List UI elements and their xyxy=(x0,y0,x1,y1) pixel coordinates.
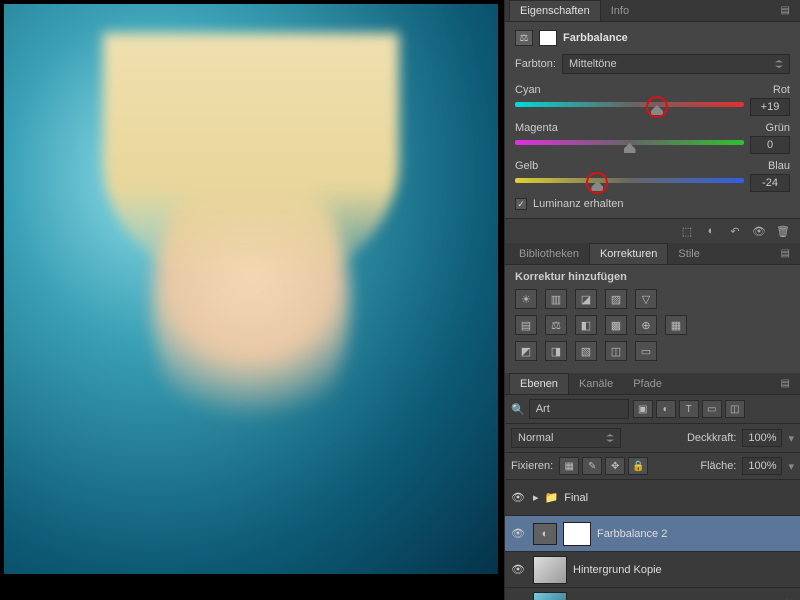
slider-left-label: Gelb xyxy=(515,160,538,172)
adjustment-preset-icon[interactable]: ▥ xyxy=(545,289,567,309)
layer-name[interactable]: Final xyxy=(564,492,588,504)
lock-option-icon[interactable]: ✎ xyxy=(582,457,602,475)
adjustment-preset-icon[interactable]: ⚖ xyxy=(545,315,567,335)
slider-value-input[interactable]: +19 xyxy=(750,98,790,116)
adjustments-tab-row: Bibliotheken Korrekturen Stile ▤ xyxy=(505,243,800,265)
adjustment-preset-icon[interactable]: ▽ xyxy=(635,289,657,309)
layer-name[interactable]: Farbbalance 2 xyxy=(597,528,667,540)
layer-row[interactable]: 👁 Hintergrund Kopie xyxy=(505,552,800,588)
layer-thumb[interactable] xyxy=(533,556,567,584)
adjustment-preset-icon[interactable]: ▨ xyxy=(605,289,627,309)
adjustment-preset-icon[interactable]: ▭ xyxy=(635,341,657,361)
slider-value-input[interactable]: -24 xyxy=(750,174,790,192)
opacity-label: Deckkraft: xyxy=(687,432,737,444)
visibility-eye-icon[interactable]: 👁 xyxy=(511,527,527,540)
layer-filter-icon[interactable]: T xyxy=(679,400,699,418)
mask-thumb-icon[interactable] xyxy=(539,30,557,46)
preserve-luminosity-checkbox[interactable]: ✓ xyxy=(515,198,527,210)
color-slider[interactable] xyxy=(515,102,744,112)
adjustment-preset-icon[interactable]: ◫ xyxy=(605,341,627,361)
canvas-image xyxy=(4,4,498,574)
tab-korrekturen[interactable]: Korrekturen xyxy=(589,243,668,264)
properties-footer-button[interactable]: ↶ xyxy=(726,223,744,239)
adjustment-preset-icon[interactable]: ▦ xyxy=(665,315,687,335)
properties-flyout-icon[interactable]: ▤ xyxy=(775,5,796,16)
properties-tab-row: Eigenschaften Info ▤ xyxy=(505,0,800,22)
fill-label: Fläche: xyxy=(700,460,736,472)
lock-option-icon[interactable]: 🔒 xyxy=(628,457,648,475)
visibility-eye-icon[interactable]: 👁 xyxy=(511,491,527,504)
adjustments-flyout-icon[interactable]: ▤ xyxy=(775,248,796,259)
tone-label: Farbton: xyxy=(515,58,556,70)
slider-right-label: Rot xyxy=(773,84,790,96)
slider-right-label: Grün xyxy=(766,122,790,134)
adjustment-preset-icon[interactable]: ◧ xyxy=(575,315,597,335)
properties-footer-icons: ⬚ ◐ ↶ 👁 🗑 xyxy=(505,218,800,243)
tone-select[interactable]: Mitteltöne xyxy=(562,54,790,74)
adjustment-preset-icon[interactable]: ◪ xyxy=(575,289,597,309)
adjustment-preset-icon[interactable]: ◩ xyxy=(515,341,537,361)
tab-pfade[interactable]: Pfade xyxy=(623,374,672,394)
adjustment-preset-icon[interactable]: ⊕ xyxy=(635,315,657,335)
adjustment-preset-icon[interactable]: ▩ xyxy=(605,315,627,335)
layer-filter-select[interactable]: Art xyxy=(529,399,629,419)
slider-left-label: Cyan xyxy=(515,84,541,96)
layer-list: 👁 ▸ 📁 Final 👁 ◐ Farbbalance 2 👁 Hintergrund Kopi… xyxy=(505,480,800,600)
adjustment-thumb-icon: ◐ xyxy=(533,523,557,545)
right-panel-stack: Eigenschaften Info ▤ ⚖ Farbbalance Farbt… xyxy=(504,0,800,600)
adjustment-preset-icon[interactable]: ▧ xyxy=(575,341,597,361)
layer-mask-thumb[interactable] xyxy=(563,522,591,546)
blend-mode-select[interactable]: Normal xyxy=(511,428,621,448)
balance-icon: ⚖ xyxy=(515,30,533,46)
adjustment-title: Farbbalance xyxy=(563,32,628,44)
properties-footer-button[interactable]: 👁 xyxy=(750,223,768,239)
tab-bibliotheken[interactable]: Bibliotheken xyxy=(509,244,589,264)
slider-value-input[interactable]: 0 xyxy=(750,136,790,154)
tab-eigenschaften[interactable]: Eigenschaften xyxy=(509,0,601,21)
document-canvas[interactable] xyxy=(0,0,504,600)
layer-filter-icon[interactable]: ◫ xyxy=(725,400,745,418)
layer-row[interactable]: 👁 ▸ 📁 Final xyxy=(505,480,800,516)
lock-option-icon[interactable]: ✥ xyxy=(605,457,625,475)
adjustment-preset-icon[interactable]: ◨ xyxy=(545,341,567,361)
preserve-luminosity-label: Luminanz erhalten xyxy=(533,198,624,210)
opacity-input[interactable]: 100% xyxy=(742,429,782,447)
lock-label: Fixieren: xyxy=(511,460,553,472)
layer-filter-icon[interactable]: ▭ xyxy=(702,400,722,418)
layer-thumb[interactable] xyxy=(533,592,567,600)
slider-right-label: Blau xyxy=(768,160,790,172)
layer-row[interactable]: 👁 ◐ Farbbalance 2 xyxy=(505,516,800,552)
properties-footer-button[interactable]: ⬚ xyxy=(678,223,696,239)
layer-filter-icon[interactable]: ▣ xyxy=(633,400,653,418)
lock-option-icon[interactable]: ▦ xyxy=(559,457,579,475)
color-slider[interactable] xyxy=(515,178,744,188)
layer-row[interactable]: 👁Hintergrund🔒 xyxy=(505,588,800,600)
visibility-eye-icon[interactable]: 👁 xyxy=(511,563,527,576)
tab-ebenen[interactable]: Ebenen xyxy=(509,373,569,394)
layer-name[interactable]: Hintergrund Kopie xyxy=(573,564,662,576)
layer-filter-row: 🔍 Art ▣◐T▭◫ xyxy=(505,395,800,424)
disclosure-triangle-icon[interactable]: ▸ xyxy=(533,491,539,504)
tab-info[interactable]: Info xyxy=(601,1,639,21)
fill-input[interactable]: 100% xyxy=(742,457,782,475)
adjustment-preset-icon[interactable]: ▤ xyxy=(515,315,537,335)
tab-kanaele[interactable]: Kanäle xyxy=(569,374,623,394)
properties-footer-button[interactable]: 🗑 xyxy=(774,223,792,239)
properties-panel-body: ⚖ Farbbalance Farbton: Mitteltöne Cyan Ro… xyxy=(505,22,800,218)
slider-left-label: Magenta xyxy=(515,122,558,134)
tab-stile[interactable]: Stile xyxy=(668,244,709,264)
color-slider[interactable] xyxy=(515,140,744,150)
properties-footer-button[interactable]: ◐ xyxy=(702,223,720,239)
adjustments-panel-body: Korrektur hinzufügen ☀ ▥ ◪ ▨ ▽ ▤ ⚖ ◧ ▩ ⊕ ▦ ◩ ◨ ▧ ◫ ▭ xyxy=(505,265,800,373)
adjustment-preset-icon[interactable]: ☀ xyxy=(515,289,537,309)
layers-flyout-icon[interactable]: ▤ xyxy=(775,378,796,389)
layer-filter-icon[interactable]: ◐ xyxy=(656,400,676,418)
folder-icon: 📁 xyxy=(545,491,559,504)
layers-tab-row: Ebenen Kanäle Pfade ▤ xyxy=(505,373,800,395)
add-adjustment-label: Korrektur hinzufügen xyxy=(515,271,790,283)
adjustment-header: ⚖ Farbbalance xyxy=(515,30,790,46)
